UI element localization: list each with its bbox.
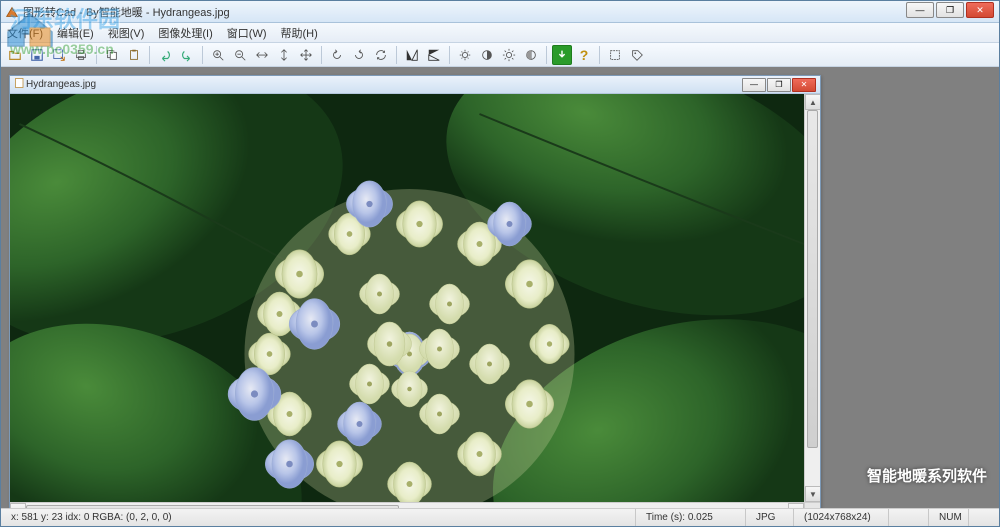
document-icon: [14, 77, 26, 92]
document-titlebar: Hydrangeas.jpg — ❐ ✕: [10, 76, 820, 94]
flip-v-icon[interactable]: [424, 45, 444, 65]
image-viewport[interactable]: [10, 94, 804, 502]
status-coords: x: 581 y: 23 idx: 0 RGBA: (0, 2, 0, 0): [1, 509, 636, 526]
scroll-left-button[interactable]: ◀: [10, 503, 26, 508]
toolbar-separator: [202, 46, 203, 64]
statusbar: x: 581 y: 23 idx: 0 RGBA: (0, 2, 0, 0) T…: [1, 508, 999, 526]
hydrangea-image: [10, 94, 804, 502]
status-dimensions: (1024x768x24): [794, 509, 889, 526]
image-container: ▲ ▼: [10, 94, 820, 502]
zoomfit-icon[interactable]: [252, 45, 272, 65]
status-format: JPG: [746, 509, 794, 526]
window-title: 图形转Cad - By智能地暖 - Hydrangeas.jpg: [23, 4, 995, 20]
document-title: Hydrangeas.jpg: [26, 79, 742, 90]
flip-h-icon[interactable]: [402, 45, 422, 65]
zoom1-icon[interactable]: [274, 45, 294, 65]
toolbar-separator: [321, 46, 322, 64]
scroll-thumb-v[interactable]: [807, 110, 818, 448]
window-controls: — ❐ ✕: [906, 2, 994, 18]
document-maximize-button[interactable]: ❐: [767, 78, 791, 92]
zoomout-icon[interactable]: [230, 45, 250, 65]
scroll-up-button[interactable]: ▲: [805, 94, 820, 110]
brightness-icon[interactable]: [455, 45, 475, 65]
close-button[interactable]: ✕: [966, 2, 994, 18]
app-icon: [5, 5, 19, 19]
document-window: Hydrangeas.jpg — ❐ ✕: [9, 75, 821, 508]
document-minimize-button[interactable]: —: [742, 78, 766, 92]
scroll-corner: [804, 502, 820, 508]
toolbar-separator: [96, 46, 97, 64]
menubar: 文件(F) 编辑(E) 视图(V) 图像处理(I) 窗口(W) 帮助(H): [1, 23, 999, 43]
help-icon[interactable]: ?: [574, 45, 594, 65]
bounds-icon[interactable]: [605, 45, 625, 65]
save-icon[interactable]: [27, 45, 47, 65]
scrollbar-horizontal[interactable]: ◀ ▶: [10, 502, 804, 508]
toolbar-separator: [546, 46, 547, 64]
toolbar-separator: [396, 46, 397, 64]
scroll-down-button[interactable]: ▼: [805, 486, 820, 502]
toolbar: ?: [1, 43, 999, 67]
app-window: 图形转Cad - By智能地暖 - Hydrangeas.jpg — ❐ ✕ 文…: [0, 0, 1000, 527]
titlebar: 图形转Cad - By智能地暖 - Hydrangeas.jpg — ❐ ✕: [1, 1, 999, 23]
undo-icon[interactable]: [155, 45, 175, 65]
status-empty1: [889, 509, 929, 526]
saveas-icon[interactable]: [49, 45, 69, 65]
scrollbar-vertical[interactable]: ▲ ▼: [804, 94, 820, 502]
watermark-bottom: 智能地暖系列软件: [867, 465, 987, 486]
contrast-icon[interactable]: [477, 45, 497, 65]
scroll-right-button[interactable]: ▶: [788, 503, 804, 508]
status-time: Time (s): 0.025: [636, 509, 746, 526]
status-num: NUM: [929, 509, 969, 526]
menu-file[interactable]: 文件(F): [7, 25, 43, 41]
copy-icon[interactable]: [102, 45, 122, 65]
scroll-thumb-h[interactable]: [26, 505, 399, 508]
threshold-icon[interactable]: [499, 45, 519, 65]
gray-icon[interactable]: [521, 45, 541, 65]
refresh-icon[interactable]: [371, 45, 391, 65]
document-controls: — ❐ ✕: [742, 78, 816, 92]
move-icon[interactable]: [296, 45, 316, 65]
menu-help[interactable]: 帮助(H): [281, 25, 318, 41]
status-empty2: [969, 509, 999, 526]
rotate-right-icon[interactable]: [349, 45, 369, 65]
main-area: Hydrangeas.jpg — ❐ ✕: [1, 67, 999, 508]
tag-icon[interactable]: [627, 45, 647, 65]
scroll-track-h[interactable]: [26, 503, 788, 508]
menu-edit[interactable]: 编辑(E): [57, 25, 94, 41]
menu-view[interactable]: 视图(V): [108, 25, 145, 41]
menu-window[interactable]: 窗口(W): [227, 25, 267, 41]
menu-image-process[interactable]: 图像处理(I): [158, 25, 212, 41]
rotate-left-icon[interactable]: [327, 45, 347, 65]
document-close-button[interactable]: ✕: [792, 78, 816, 92]
minimize-button[interactable]: —: [906, 2, 934, 18]
paste-icon[interactable]: [124, 45, 144, 65]
print-icon[interactable]: [71, 45, 91, 65]
toolbar-separator: [449, 46, 450, 64]
zoomin-icon[interactable]: [208, 45, 228, 65]
redo-icon[interactable]: [177, 45, 197, 65]
scroll-track-v[interactable]: [805, 110, 820, 486]
maximize-button[interactable]: ❐: [936, 2, 964, 18]
run-icon[interactable]: [552, 45, 572, 65]
open-icon[interactable]: [5, 45, 25, 65]
scrollbar-horizontal-row: ◀ ▶: [10, 502, 820, 508]
toolbar-separator: [599, 46, 600, 64]
toolbar-separator: [149, 46, 150, 64]
